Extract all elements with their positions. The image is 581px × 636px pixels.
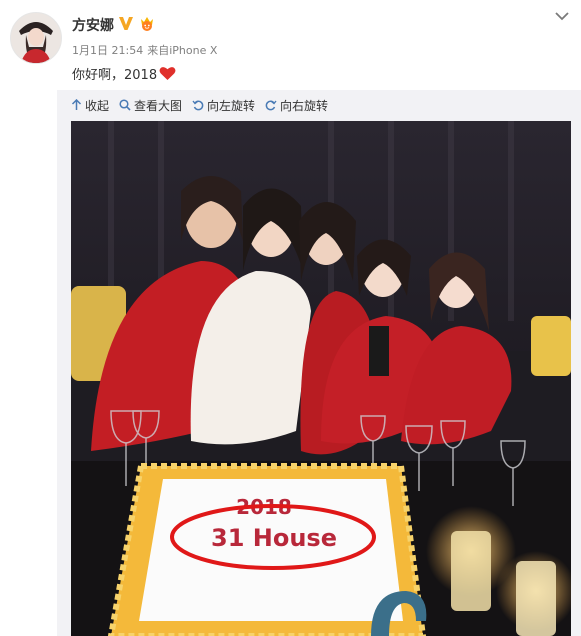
rotate-left-button[interactable]: 向左旋转 (192, 97, 255, 114)
verified-icon (119, 17, 133, 30)
cake-text: 31 House (211, 524, 337, 552)
vip-icon[interactable] (138, 14, 156, 32)
post-text-content: 你好啊，2018 (72, 68, 158, 83)
avatar[interactable] (10, 12, 62, 64)
source-prefix: 来自 (147, 44, 170, 57)
rotate-right-label: 向右旋转 (280, 98, 329, 113)
post-source[interactable]: iPhone X (169, 44, 217, 57)
post-photo[interactable]: 2018 31 House (71, 121, 571, 636)
collapse-icon (71, 99, 82, 110)
rotate-left-icon (192, 100, 204, 111)
username[interactable]: 方安娜 (72, 15, 114, 35)
post-date[interactable]: 1月1日 21:54 (72, 44, 143, 57)
chevron-down-icon[interactable] (554, 10, 570, 22)
heart-icon (159, 67, 176, 80)
collapse-button[interactable]: 收起 (71, 97, 109, 114)
view-large-label: 查看大图 (134, 98, 183, 113)
post-text: 你好啊，2018 (72, 64, 176, 83)
view-large-icon (119, 99, 131, 111)
media-panel: 收起 查看大图 向左旋转 向右旋转 2018 31 House (57, 90, 581, 636)
post-meta: 1月1日 21:54 来自iPhone X (72, 42, 221, 58)
image-toolbar: 收起 查看大图 向左旋转 向右旋转 (71, 96, 338, 114)
rotate-right-icon (265, 100, 277, 111)
rotate-right-button[interactable]: 向右旋转 (265, 97, 328, 114)
weibo-post-card: 方安娜 1月1日 21:54 来自iPhone X 你好啊，2018 收起 查看… (0, 0, 581, 636)
view-large-button[interactable]: 查看大图 (119, 97, 182, 114)
collapse-label: 收起 (85, 98, 110, 113)
rotate-left-label: 向左旋转 (207, 98, 256, 113)
